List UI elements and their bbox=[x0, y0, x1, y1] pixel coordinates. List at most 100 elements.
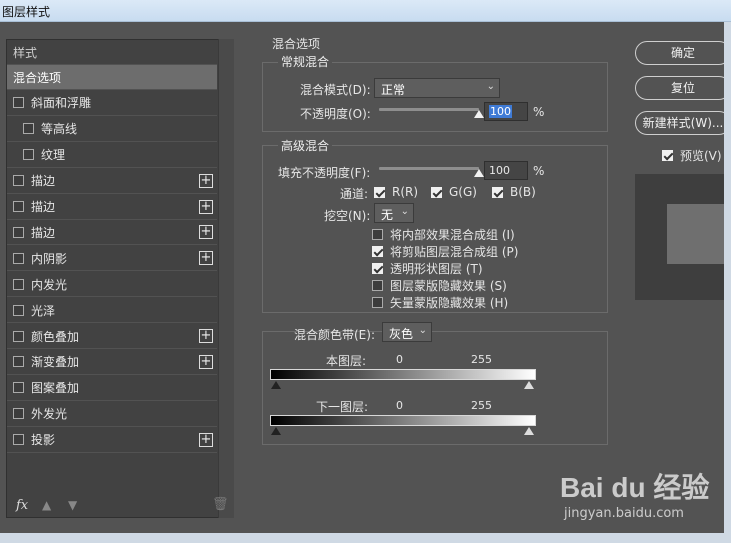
style-item-label: 描边 bbox=[31, 174, 56, 189]
chevron-down-icon: ⌄ bbox=[486, 81, 495, 92]
preview-checkbox[interactable]: 预览(V) bbox=[662, 147, 722, 164]
general-blending-title: 常规混合 bbox=[278, 53, 333, 70]
style-checkbox[interactable] bbox=[13, 97, 24, 109]
watermark: Bai du 经验 jingyan.baidu.com bbox=[560, 466, 730, 526]
opacity-slider[interactable] bbox=[379, 108, 479, 111]
style-checkbox[interactable] bbox=[23, 123, 34, 135]
fill-opacity-input[interactable]: 100 bbox=[484, 161, 528, 180]
option-label: 矢量蒙版隐藏效果 (H) bbox=[390, 296, 509, 310]
style-item[interactable]: 描边 + bbox=[7, 220, 217, 246]
fill-opacity-unit: % bbox=[533, 164, 545, 178]
chevron-down-icon: ⌄ bbox=[400, 206, 409, 217]
style-item-label: 内阴影 bbox=[31, 251, 68, 266]
ok-button[interactable]: 确定 bbox=[635, 41, 731, 65]
add-effect-icon[interactable]: + bbox=[199, 225, 213, 240]
trash-icon[interactable]: 🗑 bbox=[212, 497, 229, 512]
style-item-label: 混合选项 bbox=[13, 70, 62, 85]
add-effect-icon[interactable]: + bbox=[199, 329, 213, 343]
new-style-button[interactable]: 新建样式(W)... bbox=[635, 111, 731, 135]
style-item[interactable]: 内阴影 + bbox=[7, 246, 217, 272]
style-item-label: 内发光 bbox=[31, 277, 68, 292]
this-layer-min: 0 bbox=[396, 353, 403, 366]
style-item-label: 投影 bbox=[31, 433, 56, 448]
opacity-input[interactable]: 100 bbox=[484, 102, 528, 121]
underlying-white-thumb[interactable] bbox=[524, 427, 534, 435]
style-checkbox[interactable] bbox=[13, 278, 24, 290]
blend-if-select[interactable]: 灰色 ⌄ bbox=[382, 322, 432, 342]
underlying-min: 0 bbox=[396, 399, 403, 412]
advanced-option[interactable]: 透明形状图层 (T) bbox=[372, 260, 483, 277]
add-effect-icon[interactable]: + bbox=[199, 173, 213, 188]
styles-scrollbar[interactable] bbox=[218, 39, 234, 518]
style-item[interactable]: 颜色叠加 + bbox=[7, 324, 217, 349]
style-item[interactable]: 混合选项 bbox=[7, 65, 217, 90]
move-down-icon[interactable]: ▼ bbox=[68, 498, 77, 512]
style-item-label: 斜面和浮雕 bbox=[31, 96, 92, 111]
option-checkbox[interactable] bbox=[372, 229, 383, 240]
style-checkbox[interactable] bbox=[13, 304, 24, 316]
blend-if-group bbox=[262, 331, 608, 445]
advanced-option[interactable]: 矢量蒙版隐藏效果 (H) bbox=[372, 294, 508, 311]
knockout-select[interactable]: 无 ⌄ bbox=[374, 203, 414, 223]
style-item[interactable]: 图案叠加 bbox=[7, 376, 217, 401]
style-checkbox[interactable] bbox=[13, 226, 24, 238]
this-layer-black-thumb[interactable] bbox=[271, 381, 281, 389]
blend-mode-select[interactable]: 正常 ⌄ bbox=[374, 78, 500, 98]
style-item[interactable]: 斜面和浮雕 bbox=[7, 91, 217, 116]
window-frame-right bbox=[724, 22, 731, 543]
move-up-icon[interactable]: ▲ bbox=[42, 498, 51, 512]
option-checkbox[interactable] bbox=[372, 246, 383, 257]
style-item[interactable]: 光泽 bbox=[7, 298, 217, 324]
reset-button[interactable]: 复位 bbox=[635, 76, 731, 100]
advanced-option[interactable]: 将剪贴图层混合成组 (P) bbox=[372, 243, 518, 260]
option-label: 图层蒙版隐藏效果 (S) bbox=[390, 279, 507, 293]
style-item[interactable]: 描边 + bbox=[7, 195, 217, 220]
style-item[interactable]: 投影 + bbox=[7, 428, 217, 453]
add-effect-icon[interactable]: + bbox=[199, 354, 213, 369]
fill-opacity-slider[interactable] bbox=[379, 167, 479, 170]
option-label: 将剪贴图层混合成组 (P) bbox=[390, 245, 519, 259]
option-checkbox[interactable] bbox=[372, 280, 383, 291]
style-checkbox[interactable] bbox=[13, 330, 24, 342]
opacity-slider-thumb[interactable] bbox=[474, 110, 484, 118]
add-effect-icon[interactable]: + bbox=[199, 432, 213, 447]
style-item[interactable]: 渐变叠加 + bbox=[7, 350, 217, 375]
chevron-down-icon: ⌄ bbox=[418, 325, 427, 336]
advanced-option[interactable]: 图层蒙版隐藏效果 (S) bbox=[372, 277, 507, 294]
channel-checkbox[interactable] bbox=[431, 186, 442, 198]
style-checkbox[interactable] bbox=[13, 252, 24, 264]
fill-opacity-slider-thumb[interactable] bbox=[474, 169, 484, 177]
window-frame-bottom bbox=[0, 533, 731, 543]
style-checkbox[interactable] bbox=[13, 434, 24, 446]
style-preview bbox=[635, 174, 725, 300]
style-checkbox[interactable] bbox=[23, 149, 34, 161]
channel-checkbox[interactable] bbox=[374, 186, 385, 198]
style-checkbox[interactable] bbox=[13, 408, 24, 420]
option-checkbox[interactable] bbox=[372, 297, 383, 308]
underlying-black-thumb[interactable] bbox=[271, 427, 281, 435]
channels-label: 通道: bbox=[340, 187, 369, 201]
style-item[interactable]: 纹理 bbox=[7, 143, 217, 168]
channel-g[interactable]: G(G) bbox=[431, 185, 477, 199]
style-item[interactable]: 描边 + bbox=[7, 169, 217, 194]
title-bar[interactable]: 图层样式 bbox=[0, 0, 731, 22]
this-layer-gradient bbox=[270, 369, 536, 380]
channel-checkbox[interactable] bbox=[492, 186, 503, 198]
option-checkbox[interactable] bbox=[372, 263, 383, 274]
section-title: 混合选项 bbox=[272, 37, 321, 51]
style-checkbox[interactable] bbox=[13, 201, 24, 212]
style-checkbox[interactable] bbox=[13, 356, 24, 368]
advanced-option[interactable]: 将内部效果混合成组 (I) bbox=[372, 226, 515, 243]
style-item[interactable]: 外发光 bbox=[7, 402, 217, 427]
style-checkbox[interactable] bbox=[13, 175, 24, 187]
style-checkbox[interactable] bbox=[13, 382, 24, 394]
add-effect-icon[interactable]: + bbox=[199, 251, 213, 266]
add-effect-icon[interactable]: + bbox=[199, 199, 213, 214]
style-item[interactable]: 等高线 bbox=[7, 117, 217, 142]
style-item[interactable]: 内发光 bbox=[7, 272, 217, 298]
fx-icon[interactable]: fx bbox=[16, 498, 28, 513]
this-layer-white-thumb[interactable] bbox=[524, 381, 534, 389]
channel-b[interactable]: B(B) bbox=[492, 185, 536, 199]
preview-checkbox-box[interactable] bbox=[662, 150, 673, 161]
channel-r[interactable]: R(R) bbox=[374, 185, 418, 199]
